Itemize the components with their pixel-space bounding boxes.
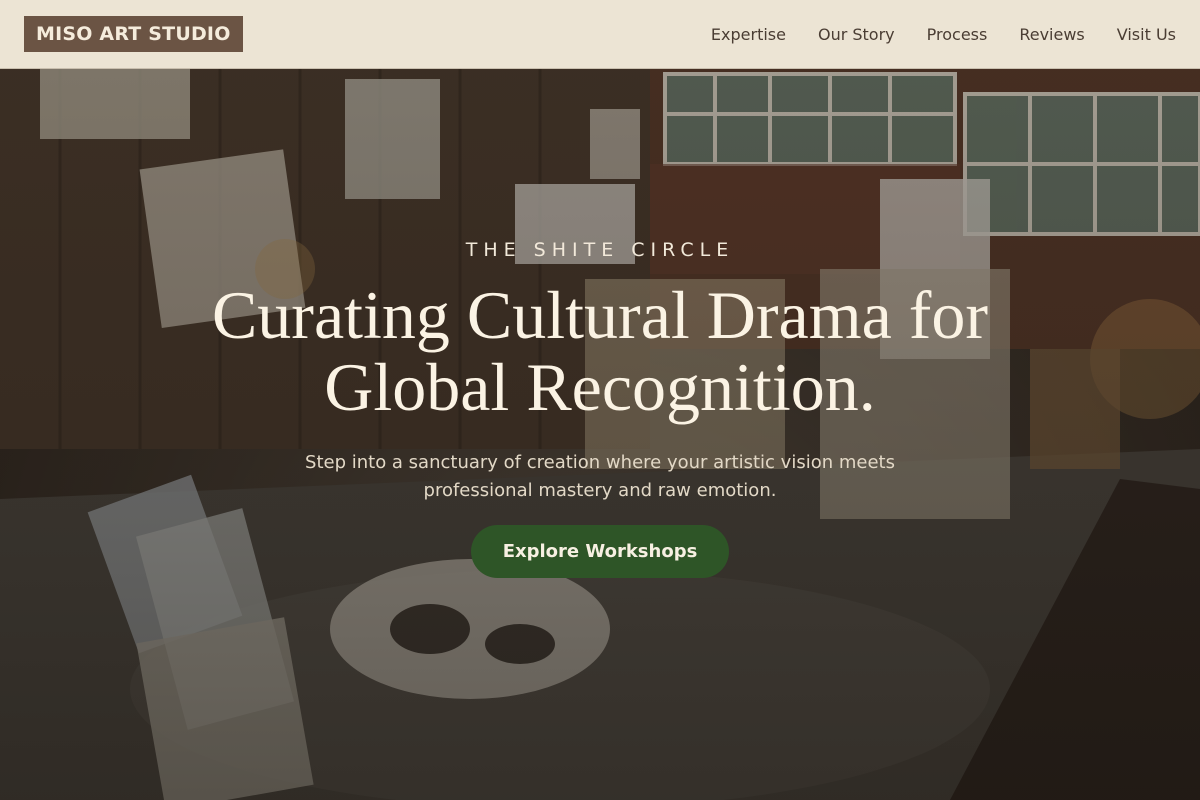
hero-subtext: Step into a sanctuary of creation where … [260, 449, 940, 505]
hero-section: THE SHITE CIRCLE Curating Cultural Drama… [0, 69, 1200, 800]
hero-eyebrow: THE SHITE CIRCLE [465, 239, 735, 261]
hero-subtext-line1: Step into a sanctuary of creation where … [305, 452, 895, 473]
brand-logo[interactable]: MISO ART STUDIO [24, 16, 243, 52]
nav-link-reviews[interactable]: Reviews [1019, 25, 1084, 44]
hero-headline-line1: Curating Cultural Drama for [211, 277, 989, 353]
hero-headline: Curating Cultural Drama for Global Recog… [150, 279, 1050, 423]
hero-content: THE SHITE CIRCLE Curating Cultural Drama… [0, 69, 1200, 800]
hero-subtext-line2: professional mastery and raw emotion. [423, 480, 777, 501]
hero-headline-line2: Global Recognition. [324, 349, 876, 425]
main-nav: Expertise Our Story Process Reviews Visi… [679, 25, 1176, 44]
nav-link-our-story[interactable]: Our Story [818, 25, 895, 44]
nav-link-process[interactable]: Process [927, 25, 988, 44]
site-header: MISO ART STUDIO Expertise Our Story Proc… [0, 0, 1200, 69]
nav-link-expertise[interactable]: Expertise [711, 25, 786, 44]
explore-workshops-button[interactable]: Explore Workshops [471, 525, 729, 578]
nav-link-visit-us[interactable]: Visit Us [1117, 25, 1176, 44]
